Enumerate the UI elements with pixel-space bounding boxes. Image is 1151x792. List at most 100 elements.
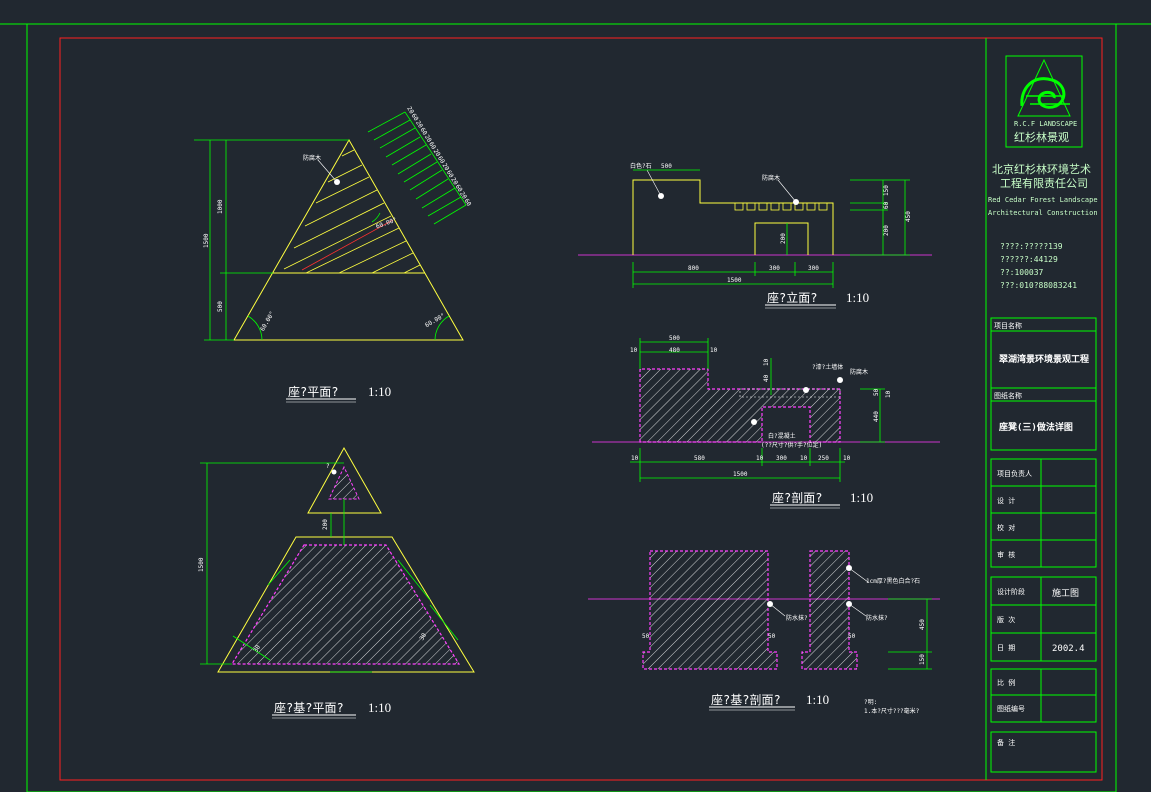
elevation-label-stone: 白色?石 (630, 162, 652, 170)
plan-strip-dim-line (367, 111, 467, 225)
base-section-label-waterproof-b: 防水抹? (866, 614, 888, 622)
elevation-wood-slats (734, 202, 828, 211)
title-block[interactable]: R.C.F LANDSCAPE 红杉林景观 北京红杉林环境艺术 工程有限责任公司… (988, 55, 1098, 773)
elevation-dim-500: 500 (661, 163, 672, 170)
section-label-concrete: 白?混凝土 (768, 432, 796, 440)
contact-4: ???:010?88083241 (1000, 281, 1077, 290)
contact-1: ????:?????139 (1000, 242, 1063, 251)
svg-text:50: 50 (848, 633, 856, 640)
base-plan-hatched-footing (230, 544, 461, 665)
logo-cn: 红杉林景观 (1014, 130, 1069, 144)
plan-dim-500: 500 (217, 301, 224, 312)
elevation-dim-300b: 300 (808, 265, 819, 272)
remarks-label: 备 注 (997, 738, 1015, 747)
elevation-title: 座?立面? (767, 290, 817, 305)
plan-scale: 1:10 (368, 384, 391, 399)
plan-title: 座?平面? (288, 384, 338, 399)
plan-triangle-outline (233, 138, 464, 341)
plan-view[interactable]: 防腐木 60.00° 60.00° 60.00° 1500 1000 500 2… (194, 105, 472, 403)
base-section-label-waterproof-a: 防水抹? (786, 614, 808, 622)
base-plan-scale: 1:10 (368, 700, 391, 715)
elevation-dim-300a: 300 (769, 265, 780, 272)
section-title: 座?剖面? (772, 490, 822, 505)
company-name-cn-2: 工程有限责任公司 (1000, 176, 1088, 190)
base-section-note-1: ?明: (864, 699, 877, 706)
elevation-scale: 1:10 (846, 290, 869, 305)
base-plan-dim-200: 200 (322, 519, 329, 530)
inner-red-border (59, 37, 1103, 781)
base-plan-label: ? (326, 463, 330, 470)
svg-text:440: 440 (873, 411, 880, 422)
company-logo: R.C.F LANDSCAPE 红杉林景观 (1005, 55, 1083, 148)
svg-text:150: 150 (919, 654, 926, 665)
svg-text:300: 300 (776, 455, 787, 462)
svg-text:10: 10 (885, 390, 892, 398)
contact-2: ??????:44129 (1000, 255, 1058, 264)
sheet-frame (0, 23, 1151, 792)
row-check: 校 对 (997, 523, 1015, 532)
svg-text:250: 250 (818, 455, 829, 462)
cad-drawing-canvas[interactable]: 防腐木 60.00° 60.00° 60.00° 1500 1000 500 2… (0, 0, 1151, 792)
svg-text:450: 450 (919, 619, 926, 630)
section-dim-1500: 1500 (733, 471, 748, 478)
plan-label-wood: 防腐木 (303, 154, 321, 162)
elevation-dim-800: 800 (688, 265, 699, 272)
svg-text:10: 10 (800, 455, 808, 462)
elevation-dim-200: 200 (883, 225, 890, 236)
plan-angle-left: 60.00° (259, 310, 276, 332)
plan-angle-inner-arc (371, 212, 381, 223)
base-section-label-stone: 1cm厚?黑色白合?石 (866, 577, 920, 585)
svg-text:50: 50 (873, 388, 880, 396)
elevation-view[interactable]: 白色?石 防腐木 500 800 300 300 1500 150 60 200… (578, 162, 932, 309)
svg-text:50: 50 (642, 633, 650, 640)
row-review: 审 核 (997, 550, 1015, 559)
row-stage-label: 设计阶段 (997, 587, 1025, 596)
section-dim-500: 500 (669, 335, 680, 342)
elevation-dim-150: 150 (883, 185, 890, 196)
section-dim-480: 480 (669, 347, 680, 354)
plan-dim-1500: 1500 (203, 233, 210, 248)
plan-wood-strips (283, 149, 421, 274)
section-view[interactable]: ?漆?土墙体 防腐木 白?混凝土 (??尺寸?供?手?位定) 500 480 1… (592, 335, 940, 509)
section-label-note: (??尺寸?供?手?位定) (761, 441, 822, 449)
company-name-en-1: Red Cedar Forest Landscape (988, 196, 1098, 204)
base-plan-view[interactable]: 1500 200 30 30 ? 座?基?平面? 1:10 (198, 446, 475, 719)
row-drawing-no-label: 图纸编号 (997, 704, 1025, 713)
plan-leader (317, 159, 338, 183)
row-scale-label: 比 例 (997, 678, 1015, 687)
drawing-label: 图纸名称 (994, 391, 1022, 400)
section-hatched-wall (639, 368, 841, 443)
svg-text:40: 40 (763, 374, 770, 382)
project-name: 翠湖湾景环境景观工程 (999, 353, 1089, 365)
company-name-cn-1: 北京红杉林环境艺术 (992, 162, 1091, 176)
row-date-label: 日 期 (997, 644, 1015, 652)
base-section-view[interactable]: 1cm厚?黑色白合?石 防水抹? 防水抹? 450 150 50 50 50 ?… (588, 550, 940, 715)
project-label: 项目名称 (994, 321, 1022, 330)
base-section-scale: 1:10 (806, 692, 829, 707)
row-date-value: 2002.4 (1052, 644, 1085, 654)
section-dim-10b: 10 (710, 347, 718, 354)
svg-text:10: 10 (631, 455, 639, 462)
base-section-note-2: 1.本?尺寸???毫米? (864, 707, 920, 715)
section-label-wall: ?漆?土墙体 (812, 363, 843, 371)
contact-3: ??:100037 (1000, 268, 1044, 277)
base-plan-title: 座?基?平面? (274, 700, 344, 715)
elevation-dim-1500: 1500 (727, 277, 742, 284)
elevation-outline (632, 179, 834, 255)
plan-strip-dim-labels: 2060206020602060206020602060 (405, 105, 472, 207)
company-name-en-2: Architectural Construction (988, 209, 1098, 217)
svg-text:580: 580 (694, 455, 705, 462)
elevation-dim-opening: 200 (780, 233, 787, 244)
plan-dim-1000: 1000 (217, 199, 224, 214)
base-plan-dim-1500: 1500 (198, 557, 205, 572)
svg-text:10: 10 (843, 455, 851, 462)
svg-text:50: 50 (768, 633, 776, 640)
base-section-left-footing (642, 550, 778, 670)
elevation-dim-450: 450 (905, 211, 912, 222)
drawing-name: 座凳(三)做法详图 (998, 421, 1073, 433)
elevation-label-wood: 防腐木 (762, 174, 780, 182)
outer-green-border (26, 23, 1117, 792)
section-label-wood: 防腐木 (850, 368, 868, 376)
section-scale: 1:10 (850, 490, 873, 505)
row-design: 设 计 (997, 496, 1015, 505)
